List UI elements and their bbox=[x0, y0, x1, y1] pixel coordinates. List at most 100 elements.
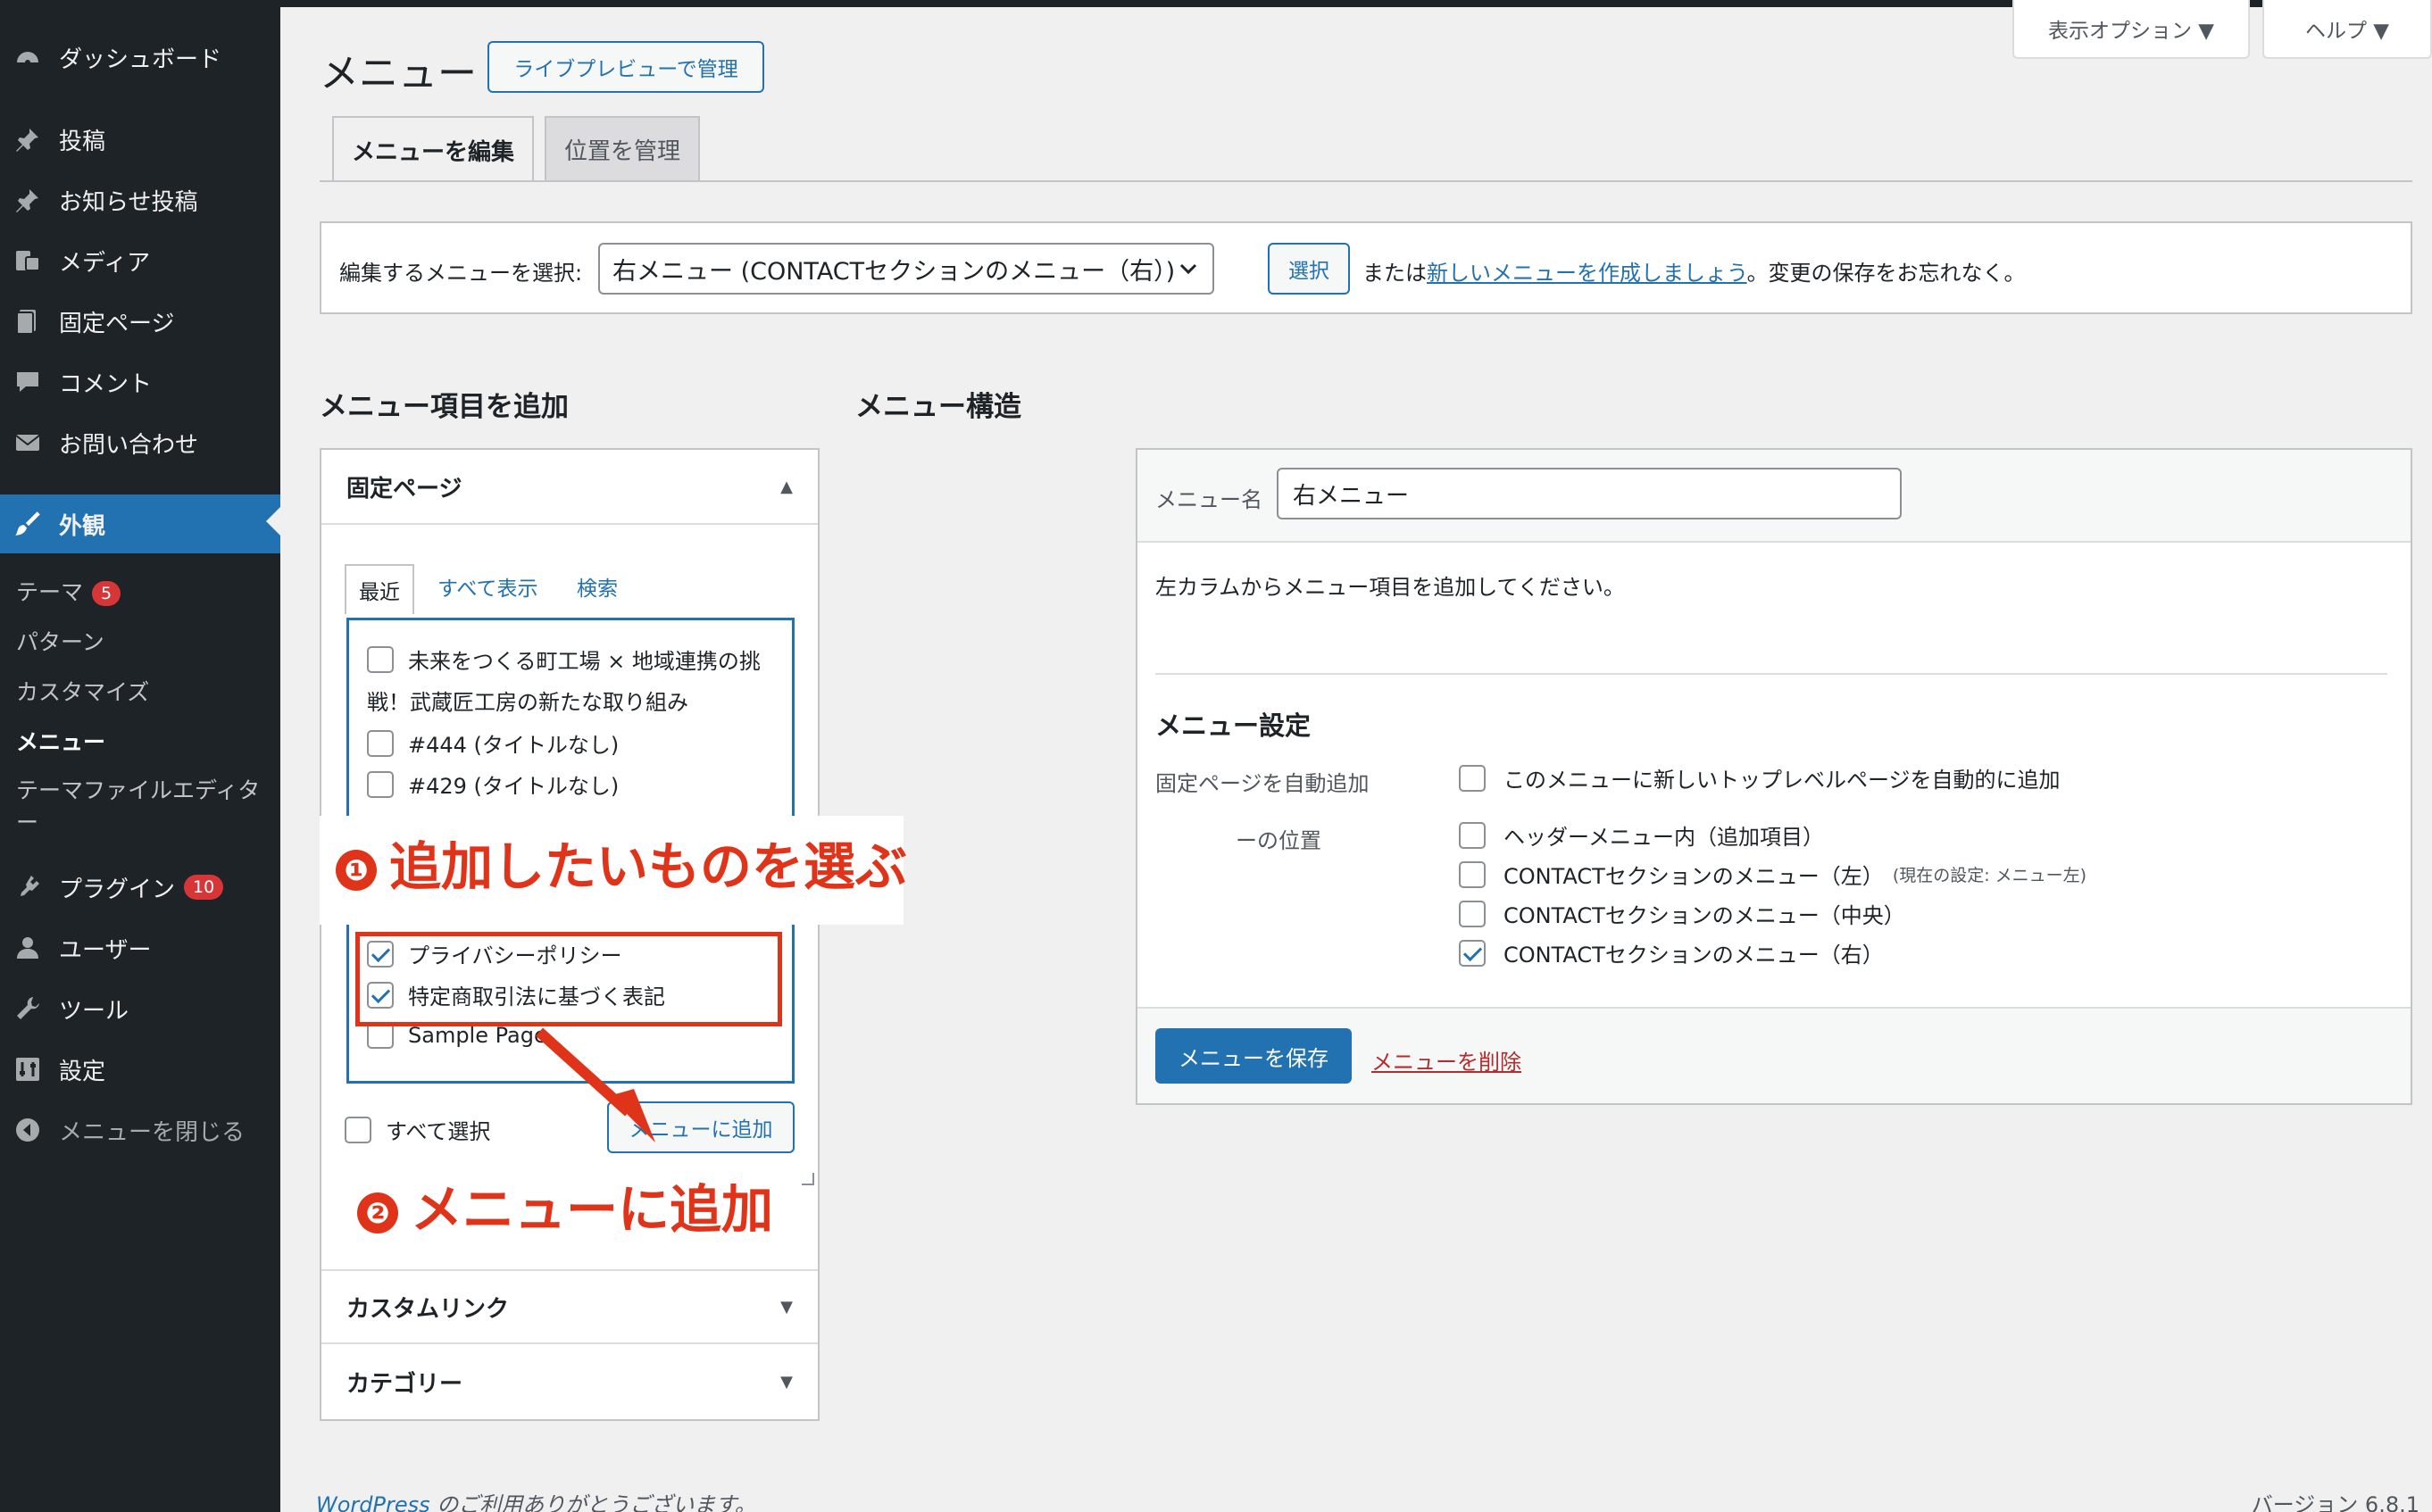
sidebar-item-media[interactable]: メディア bbox=[0, 234, 280, 287]
page-icon bbox=[11, 304, 45, 338]
location-option[interactable]: CONTACTセクションのメニュー（中央） bbox=[1459, 898, 1905, 929]
submenu-label-wrap: ー bbox=[16, 810, 39, 835]
select-all-label: すべて選択 bbox=[386, 1119, 491, 1144]
auto-add-option[interactable]: このメニューに新しいトップレベルページを自動的に追加 bbox=[1459, 762, 2061, 793]
sidebar-item-tools[interactable]: ツール bbox=[0, 982, 280, 1035]
sidebar-item-settings[interactable]: 設定 bbox=[0, 1043, 280, 1096]
save-reminder-text: 。変更の保存をお忘れなく。 bbox=[1746, 261, 2026, 286]
pin-icon bbox=[11, 183, 45, 217]
menu-structure-footer: メニューを保存 メニューを削除 bbox=[1137, 1007, 2411, 1103]
settings-icon bbox=[11, 1052, 45, 1086]
location-option[interactable]: ヘッダーメニュー内（追加項目） bbox=[1459, 819, 1824, 851]
resize-handle[interactable] bbox=[802, 1173, 814, 1185]
submenu-theme-editor[interactable]: テーマファイルエディター bbox=[16, 775, 260, 839]
live-preview-button[interactable]: ライブプレビューで管理 bbox=[487, 41, 764, 93]
brush-icon bbox=[11, 507, 45, 541]
sidebar-item-label: コメント bbox=[59, 370, 153, 398]
checkbox[interactable] bbox=[1459, 860, 1486, 888]
menu-name-input[interactable]: 右メニュー bbox=[1277, 468, 1902, 519]
collapse-icon bbox=[11, 1113, 45, 1147]
sidebar-item-dashboard[interactable]: ダッシュボード bbox=[0, 30, 280, 84]
list-item[interactable]: #444 (タイトルなし) bbox=[367, 727, 619, 759]
user-icon bbox=[11, 931, 45, 965]
selection-highlight-frame bbox=[355, 932, 782, 1026]
update-badge: 5 bbox=[92, 581, 121, 606]
sidebar-item-users[interactable]: ユーザー bbox=[0, 921, 280, 975]
sidebar-item-posts[interactable]: 投稿 bbox=[0, 112, 280, 166]
checkbox[interactable] bbox=[1459, 821, 1486, 849]
update-badge: 10 bbox=[184, 875, 224, 900]
screen-options-button[interactable]: 表示オプション ▼ bbox=[2012, 0, 2250, 59]
submenu-customize[interactable]: カスタマイズ bbox=[16, 675, 149, 707]
expand-arrow-icon: ▼ bbox=[780, 1372, 793, 1392]
display-location-label: ーの位置 bbox=[1236, 828, 1321, 853]
sidebar-item-label: 固定ページ bbox=[59, 310, 175, 337]
sidebar-item-label: メディア bbox=[59, 249, 151, 277]
menu-structure-panel: メニュー名 右メニュー 左カラムからメニュー項目を追加してください。 メニュー設… bbox=[1136, 448, 2412, 1105]
list-item-label: Sample Page bbox=[408, 1023, 547, 1048]
option-label: CONTACTセクションのメニュー（右） bbox=[1503, 943, 1884, 968]
submenu-label: テーマファイルエディタ bbox=[16, 777, 261, 803]
sidebar-item-label: お知らせ投稿 bbox=[59, 188, 198, 216]
tab-edit-menus[interactable]: メニューを編集 bbox=[332, 116, 534, 182]
checkbox[interactable] bbox=[367, 729, 394, 757]
sidebar-item-label: 外観 bbox=[59, 512, 106, 540]
checkbox-checked[interactable] bbox=[1459, 939, 1486, 967]
step-number: ❷ bbox=[357, 1192, 398, 1234]
sidebar-item-label: ツール bbox=[59, 997, 129, 1025]
list-item[interactable]: 未来をつくる町工場 × 地域連携の挑 bbox=[367, 644, 761, 675]
tab-recent[interactable]: 最近 bbox=[345, 564, 414, 614]
option-label: CONTACTセクションのメニュー（左） bbox=[1503, 864, 1884, 889]
collapse-menu-button[interactable]: メニューを閉じる bbox=[0, 1103, 280, 1157]
submenu-themes[interactable]: テーマ 5 bbox=[16, 575, 121, 607]
pages-section-header[interactable]: 固定ページ ▲ bbox=[321, 450, 818, 525]
menu-select-dropdown[interactable]: 右メニュー (CONTACTセクションのメニュー（右）) bbox=[598, 243, 1214, 295]
location-option[interactable]: CONTACTセクションのメニュー（左） (現在の設定: メニュー左) bbox=[1459, 859, 2086, 890]
categories-section-header[interactable]: カテゴリー ▼ bbox=[321, 1344, 818, 1419]
list-item-label: #429 (タイトルなし) bbox=[408, 774, 620, 799]
submenu-patterns[interactable]: パターン bbox=[16, 625, 104, 657]
section-title: カスタムリンク bbox=[346, 1295, 510, 1323]
menu-select-label: 編集するメニューを選択: bbox=[339, 261, 583, 286]
checkbox[interactable] bbox=[1459, 900, 1486, 927]
help-button[interactable]: ヘルプ ▼ bbox=[2262, 0, 2432, 59]
save-menu-button[interactable]: メニューを保存 bbox=[1155, 1028, 1352, 1084]
sidebar-item-contact[interactable]: お問い合わせ bbox=[0, 416, 280, 469]
admin-sidebar: ダッシュボード 投稿 お知らせ投稿 メディア 固定ページ コメント お問い合わせ… bbox=[0, 0, 280, 1512]
sidebar-item-comments[interactable]: コメント bbox=[0, 355, 280, 409]
current-setting-note: (現在の設定: メニュー左) bbox=[1892, 866, 2087, 885]
checkbox[interactable] bbox=[1459, 764, 1486, 792]
checkbox[interactable] bbox=[345, 1116, 371, 1143]
sidebar-item-label: 設定 bbox=[59, 1058, 106, 1085]
select-menu-button[interactable]: 選択 bbox=[1268, 243, 1350, 295]
menu-select-bar: 編集するメニューを選択: 右メニュー (CONTACTセクションのメニュー（右）… bbox=[320, 221, 2412, 314]
list-item[interactable]: #429 (タイトルなし) bbox=[367, 768, 619, 800]
sidebar-item-label: ダッシュボード bbox=[59, 46, 222, 73]
create-menu-link[interactable]: 新しいメニューを作成しましょう bbox=[1427, 261, 1747, 286]
delete-menu-link[interactable]: メニューを削除 bbox=[1371, 1044, 1521, 1076]
tab-manage-locations[interactable]: 位置を管理 bbox=[545, 116, 700, 180]
sidebar-item-pages[interactable]: 固定ページ bbox=[0, 295, 280, 348]
menu-settings-heading: メニュー設定 bbox=[1155, 710, 1312, 741]
annotation-step1: ❶ 追加したいものを選ぶ bbox=[336, 825, 907, 900]
submenu-menus[interactable]: メニュー bbox=[16, 725, 105, 757]
location-option[interactable]: CONTACTセクションのメニュー（右） bbox=[1459, 937, 1884, 968]
tab-show-all[interactable]: すべて表示 bbox=[437, 571, 537, 602]
sidebar-item-label: ユーザー bbox=[59, 936, 152, 964]
sidebar-item-appearance[interactable]: 外観 bbox=[0, 494, 280, 553]
select-all[interactable]: すべて選択 bbox=[345, 1114, 490, 1145]
collapse-arrow-icon: ▲ bbox=[780, 477, 793, 496]
submenu-label: テーマ bbox=[16, 579, 84, 605]
arrow-icon bbox=[535, 1027, 655, 1142]
option-label: ヘッダーメニュー内（追加項目） bbox=[1503, 825, 1825, 850]
checkbox[interactable] bbox=[367, 645, 394, 673]
custom-links-section-header[interactable]: カスタムリンク ▼ bbox=[321, 1269, 818, 1344]
sidebar-item-news[interactable]: お知らせ投稿 bbox=[0, 173, 280, 227]
list-item-wrap: 戦！武蔵匠工房の新たな取り組み bbox=[367, 685, 688, 716]
wrench-icon bbox=[11, 992, 45, 1026]
wordpress-link[interactable]: WordPress bbox=[316, 1492, 430, 1512]
option-label: このメニューに新しいトップレベルページを自動的に追加 bbox=[1503, 768, 2061, 793]
sidebar-item-plugins[interactable]: プラグイン 10 bbox=[0, 860, 280, 914]
tab-search[interactable]: 検索 bbox=[577, 571, 618, 602]
checkbox[interactable] bbox=[367, 770, 394, 798]
